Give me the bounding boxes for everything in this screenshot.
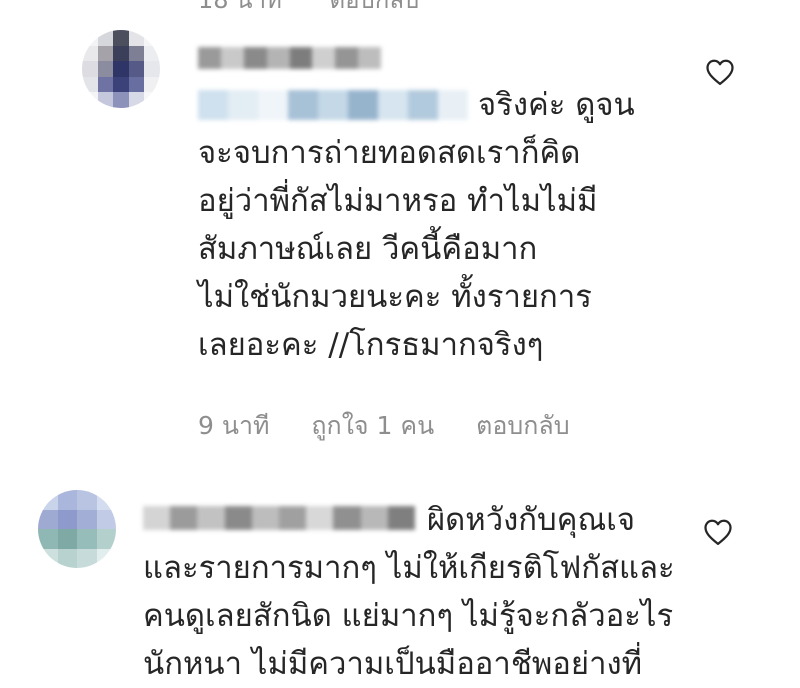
avatar[interactable] bbox=[38, 490, 116, 568]
comment-line: คนดูเลยสักนิด แย่มากๆ ไม่รู้จะกลัวอะไร bbox=[143, 598, 674, 634]
comment-line: ผิดหวังกับคุณเจ bbox=[427, 502, 635, 538]
comment-line: สัมภาษณ์เลย วีคนี้คือมาก bbox=[198, 231, 538, 267]
comment-likes[interactable]: ถูกใจ 1 คน bbox=[311, 411, 434, 440]
previous-comment-meta: 18 นาที ตอบกลับ bbox=[198, 0, 459, 19]
username-redacted[interactable] bbox=[198, 47, 381, 69]
comment-text: ผิดหวังกับคุณเจ และรายการมากๆ ไม่ให้เกีย… bbox=[143, 496, 675, 688]
comment-line: เลยอะคะ //โกรธมากจริงๆ bbox=[198, 327, 544, 363]
comment-line: จะจบการถ่ายทอดสดเราก็คิด bbox=[198, 135, 581, 171]
avatar[interactable] bbox=[82, 30, 160, 108]
comment-line: ไม่ใช่นักมวยนะคะ ทั้งรายการ bbox=[198, 279, 592, 315]
previous-comment-reply-link[interactable]: ตอบกลับ bbox=[330, 0, 420, 14]
heart-icon[interactable] bbox=[703, 518, 733, 546]
comment-meta: 9 นาที ถูกใจ 1 คน ตอบกลับ bbox=[198, 406, 604, 446]
previous-comment-time: 18 นาที bbox=[198, 0, 282, 14]
reply-link[interactable]: ตอบกลับ bbox=[476, 411, 569, 440]
comment-line: นักหนา ไม่มีความเป็นมืออาชีพอย่างที่ bbox=[143, 646, 643, 682]
heart-icon[interactable] bbox=[705, 58, 735, 86]
comment-time: 9 นาที bbox=[198, 411, 270, 440]
comment-line: และรายการมากๆ ไม่ให้เกียรติโฟกัสและ bbox=[143, 550, 675, 586]
comment-line: อยู่ว่าพี่กัสไม่มาหรอ ทำไมไม่มี bbox=[198, 183, 598, 219]
comment-line: จริงค่ะ ดูจน bbox=[478, 87, 635, 123]
comment-text: จริงค่ะ ดูจน จะจบการถ่ายทอดสดเราก็คิด อย… bbox=[198, 81, 635, 369]
